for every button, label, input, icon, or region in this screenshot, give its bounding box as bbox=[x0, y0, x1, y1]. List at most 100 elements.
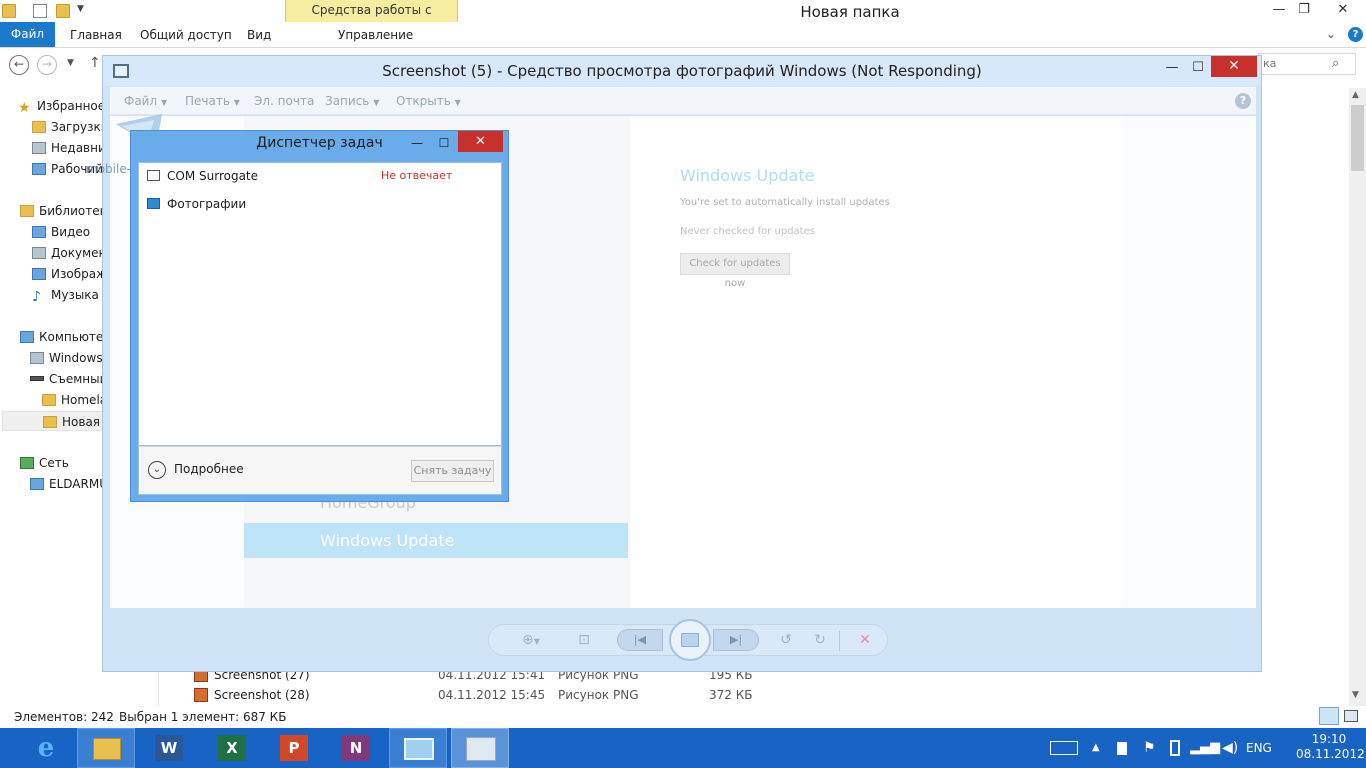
window-icon bbox=[147, 170, 160, 181]
details-view-icon[interactable] bbox=[1319, 707, 1339, 725]
action-center-icon[interactable] bbox=[1117, 742, 1127, 755]
nav-new-folder[interactable]: Новая п bbox=[2, 411, 103, 431]
minimize-button[interactable]: — bbox=[1266, 0, 1292, 20]
powerpoint-icon: P bbox=[280, 735, 308, 761]
scroll-down-icon[interactable]: ▼ bbox=[1352, 690, 1359, 700]
touch-keyboard-icon[interactable] bbox=[1050, 741, 1078, 755]
documents-icon bbox=[32, 247, 46, 259]
scroll-up-icon[interactable]: ▲ bbox=[1352, 90, 1359, 100]
process-name: Фотографии bbox=[167, 197, 247, 211]
chevron-down-icon: ▼ bbox=[233, 98, 240, 107]
nav-homela-label: Homela bbox=[61, 393, 108, 407]
next-button[interactable]: ▶| bbox=[713, 629, 759, 651]
search-input[interactable]: ка bbox=[1258, 53, 1356, 75]
process-row-photos[interactable]: Фотографии bbox=[139, 191, 501, 217]
recent-locations-icon[interactable]: ▼ bbox=[67, 58, 74, 68]
search-icon[interactable]: ⌕ bbox=[1332, 56, 1339, 71]
back-button[interactable]: ← bbox=[9, 55, 29, 75]
menu-burn[interactable]: Запись ▼ bbox=[325, 87, 379, 117]
show-hidden-icons-icon[interactable]: ▲ bbox=[1092, 728, 1100, 768]
menu-email[interactable]: Эл. почта bbox=[254, 87, 314, 115]
maximize-button[interactable]: ☐ bbox=[432, 134, 456, 152]
photo-viewer-menubar: Файл ▼ Печать ▼ Эл. почта Запись ▼ Откры… bbox=[110, 87, 1256, 115]
tab-share[interactable]: Общий доступ bbox=[140, 22, 232, 47]
tab-manage[interactable]: Управление bbox=[338, 22, 413, 47]
close-button[interactable]: ✕ bbox=[1320, 0, 1366, 20]
ribbon-expand-icon[interactable]: ⌄ bbox=[1326, 27, 1336, 41]
nav-documents-label: Докумен bbox=[51, 246, 107, 260]
rotate-right-icon[interactable]: ↻ bbox=[809, 631, 831, 649]
zoom-icon[interactable]: ⊕▼ bbox=[513, 631, 549, 649]
help-icon[interactable]: ? bbox=[1235, 93, 1251, 109]
nav-eldarmu-label: ELDARMU bbox=[49, 477, 108, 491]
clock-date: 08.11.2012 bbox=[1296, 747, 1365, 761]
computer-icon bbox=[20, 331, 34, 343]
file-size: 372 КБ bbox=[709, 688, 753, 702]
file-date: 04.11.2012 15:45 bbox=[438, 688, 546, 702]
taskbar-task-manager[interactable] bbox=[451, 728, 509, 768]
photos-app-icon bbox=[147, 198, 160, 209]
photo-windows-update-nav: Windows Update bbox=[320, 531, 455, 550]
previous-button[interactable]: |◀ bbox=[617, 629, 663, 651]
flag-icon[interactable]: ⚑ bbox=[1143, 728, 1156, 768]
minimize-button[interactable]: — bbox=[405, 134, 429, 152]
menu-open[interactable]: Открыть ▼ bbox=[396, 87, 461, 117]
slideshow-icon bbox=[681, 633, 699, 647]
taskbar-word[interactable]: W bbox=[140, 728, 198, 768]
actual-size-icon[interactable]: ⊡ bbox=[573, 631, 595, 649]
help-icon[interactable]: ? bbox=[1348, 27, 1363, 42]
end-task-button[interactable]: Снять задачу bbox=[411, 460, 494, 482]
process-row-com-surrogate[interactable]: COM Surrogate Не отвечает bbox=[139, 163, 501, 189]
photo-viewer-title: Screenshot (5) - Средство просмотра фото… bbox=[382, 62, 982, 80]
menu-print-label: Печать bbox=[185, 94, 230, 108]
process-name: COM Surrogate bbox=[167, 169, 259, 183]
rotate-left-icon[interactable]: ↺ bbox=[775, 631, 797, 649]
nav-video-label: Видео bbox=[51, 225, 91, 239]
properties-icon[interactable] bbox=[33, 4, 47, 18]
tab-file[interactable]: Файл bbox=[0, 22, 55, 47]
tab-view[interactable]: Вид bbox=[247, 22, 271, 47]
taskbar-photo-viewer[interactable] bbox=[389, 728, 447, 768]
new-folder-icon[interactable] bbox=[56, 4, 70, 18]
task-manager-icon bbox=[466, 737, 496, 761]
taskbar-internet-explorer[interactable]: e bbox=[17, 728, 75, 768]
file-row[interactable]: Screenshot (28) bbox=[194, 685, 310, 705]
maximize-button[interactable]: ☐ bbox=[1183, 58, 1213, 78]
forward-button[interactable]: → bbox=[37, 55, 57, 75]
status-selection: Выбран 1 элемент: 687 КБ bbox=[119, 710, 287, 724]
taskbar-file-explorer[interactable] bbox=[77, 728, 135, 768]
nav-new-folder-label: Новая п bbox=[62, 415, 102, 429]
more-details-link[interactable]: Подробнее bbox=[174, 462, 244, 476]
large-icons-view-icon[interactable] bbox=[1344, 710, 1358, 722]
clock[interactable]: 19:10 08.11.2012 bbox=[1296, 732, 1365, 762]
qat-dropdown-icon[interactable]: ▼ bbox=[77, 4, 84, 14]
chevron-down-icon[interactable]: ⌄ bbox=[148, 461, 166, 479]
menu-print[interactable]: Печать ▼ bbox=[185, 87, 240, 117]
language-indicator[interactable]: ENG bbox=[1246, 728, 1272, 768]
taskbar-excel[interactable]: X bbox=[203, 728, 261, 768]
up-arrow-icon[interactable]: ↑ bbox=[89, 55, 101, 71]
photo-wu-never-checked: Never checked for updates bbox=[680, 226, 815, 237]
battery-icon[interactable] bbox=[1170, 740, 1180, 756]
nav-removable-label: Съемный bbox=[49, 372, 108, 386]
photo-wu-check-button: Check for updates now bbox=[680, 253, 790, 289]
close-button[interactable]: ✕ bbox=[1211, 56, 1257, 77]
taskbar-onenote[interactable]: N bbox=[327, 728, 385, 768]
tab-home[interactable]: Главная bbox=[70, 22, 122, 47]
toolbar-separator bbox=[839, 631, 840, 651]
status-item-count: Элементов: 242 bbox=[14, 710, 114, 724]
close-button[interactable]: ✕ bbox=[458, 131, 503, 152]
maximize-button[interactable]: ❐ bbox=[1291, 0, 1317, 20]
volume-icon[interactable]: ◀) bbox=[1222, 728, 1238, 768]
menu-open-label: Открыть bbox=[396, 94, 451, 108]
delete-icon[interactable]: ✕ bbox=[854, 631, 876, 649]
nav-network-label: Сеть bbox=[39, 456, 69, 470]
vertical-scrollbar[interactable] bbox=[1349, 88, 1366, 706]
wifi-signal-icon[interactable]: ▂▄▆ bbox=[1190, 728, 1220, 768]
nav-images-label: Изображ bbox=[51, 267, 107, 281]
scrollbar-thumb[interactable] bbox=[1351, 105, 1364, 171]
images-icon bbox=[32, 268, 46, 280]
taskbar-powerpoint[interactable]: P bbox=[265, 728, 323, 768]
task-manager-footer: ⌄ Подробнее Снять задачу bbox=[138, 446, 502, 495]
slideshow-button[interactable] bbox=[669, 619, 711, 661]
